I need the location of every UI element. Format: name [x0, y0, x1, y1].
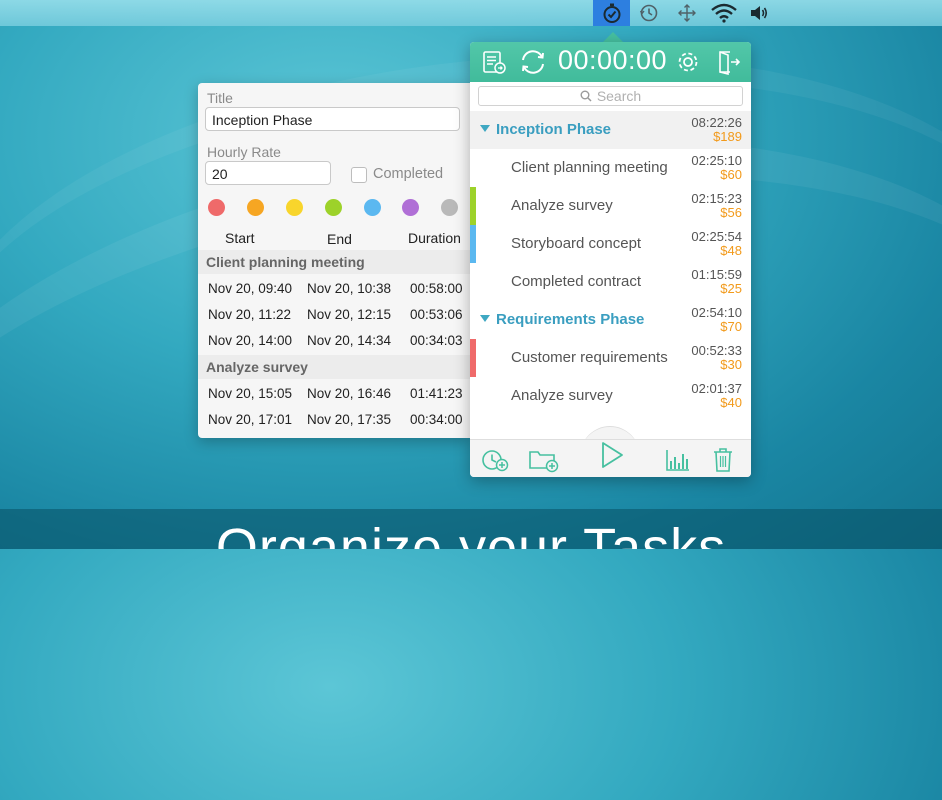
tracker-toolbar: 00:00:00 [470, 42, 751, 82]
search-placeholder: Search [596, 88, 642, 104]
task-cost: $40 [720, 395, 742, 410]
task-time: 02:25:10 [691, 153, 742, 168]
report-icon[interactable] [480, 48, 508, 76]
play-icon[interactable] [594, 438, 628, 472]
task-name: Customer requirements [511, 349, 668, 366]
hourly-rate-label: Hourly Rate [207, 144, 281, 160]
color-swatch-blue[interactable] [364, 199, 381, 216]
session-end: Nov 20, 12:15 [307, 307, 392, 322]
search-icon [580, 90, 592, 102]
disclosure-triangle-icon[interactable] [480, 125, 490, 132]
color-swatch-yellow[interactable] [286, 199, 303, 216]
task-time: 02:15:23 [691, 191, 742, 206]
session-duration: 00:34:03 [410, 333, 463, 348]
task-cost: $60 [720, 167, 742, 182]
task-time: 00:52:33 [691, 343, 742, 358]
arrows-icon[interactable] [674, 0, 700, 26]
wifi-icon[interactable] [708, 0, 740, 26]
task-color-marker [470, 187, 476, 225]
session-duration: 00:53:06 [410, 307, 463, 322]
task-color-marker [470, 339, 476, 377]
task-name: Storyboard concept [511, 235, 642, 252]
task-cost: $30 [720, 357, 742, 372]
session-end: Nov 20, 16:46 [307, 386, 392, 401]
timer-display: 00:00:00 [557, 45, 668, 75]
task-row[interactable]: Customer requirements 00:52:33 $30 [470, 339, 751, 377]
task-cost: $25 [720, 281, 742, 296]
column-header-duration[interactable]: Duration [408, 230, 461, 246]
phase-name: Inception Phase [496, 121, 612, 138]
column-header-start[interactable]: Start [225, 230, 255, 246]
session-group-header: Client planning meeting [198, 250, 470, 274]
title-field[interactable]: Inception Phase [205, 107, 460, 131]
color-swatch-red[interactable] [208, 199, 225, 216]
headline-banner: Organize your Tasks [0, 509, 942, 549]
phase-row-inception[interactable]: Inception Phase 08:22:26 $189 [470, 111, 751, 149]
completed-checkbox[interactable] [351, 167, 367, 183]
task-row[interactable]: Analyze survey 02:15:23 $56 [470, 187, 751, 225]
time-machine-icon[interactable] [636, 0, 662, 26]
color-swatch-gray[interactable] [441, 199, 458, 216]
session-start: Nov 20, 17:01 [208, 412, 293, 427]
quit-icon[interactable] [714, 48, 742, 76]
task-name: Analyze survey [511, 197, 613, 214]
phase-time: 08:22:26 [691, 115, 742, 130]
session-end: Nov 20, 17:35 [307, 412, 392, 427]
trash-icon[interactable] [707, 444, 739, 476]
task-name: Analyze survey [511, 387, 613, 404]
hourly-rate-field[interactable]: 20 [205, 161, 331, 185]
headline-text: Organize your Tasks [215, 518, 727, 549]
task-time: 01:15:59 [691, 267, 742, 282]
color-swatch-purple[interactable] [402, 199, 419, 216]
session-start: Nov 20, 11:22 [208, 307, 292, 322]
session-start: Nov 20, 09:40 [208, 281, 293, 296]
completed-label: Completed [373, 166, 444, 182]
search-input[interactable]: Search [478, 86, 743, 106]
disclosure-triangle-icon[interactable] [480, 315, 490, 322]
phase-time: 02:54:10 [691, 305, 742, 320]
popover-arrow [603, 32, 623, 42]
task-color-marker [470, 225, 476, 263]
bottom-toolbar [470, 439, 751, 477]
task-row[interactable]: Completed contract 01:15:59 $25 [470, 263, 751, 301]
session-duration: 00:34:00 [410, 412, 463, 427]
phase-cost: $189 [713, 129, 742, 144]
add-folder-icon[interactable] [528, 444, 560, 476]
session-group-header: Analyze survey [198, 355, 470, 379]
color-swatch-orange[interactable] [247, 199, 264, 216]
column-header-end[interactable]: End [327, 231, 352, 247]
session-start: Nov 20, 14:00 [208, 333, 293, 348]
task-cost: $56 [720, 205, 742, 220]
session-duration: 01:41:23 [410, 386, 463, 401]
task-row[interactable]: Client planning meeting 02:25:10 $60 [470, 149, 751, 187]
task-row[interactable]: Analyze survey 02:01:37 $40 [470, 377, 751, 415]
session-end: Nov 20, 14:34 [307, 333, 392, 348]
task-time: 02:25:54 [691, 229, 742, 244]
volume-icon[interactable] [746, 0, 772, 26]
session-start: Nov 20, 15:05 [208, 386, 293, 401]
task-details-panel: Title Inception Phase Hourly Rate 20 Com… [198, 83, 470, 438]
task-name: Client planning meeting [511, 159, 668, 176]
session-duration: 00:58:00 [410, 281, 463, 296]
tracker-panel: 00:00:00 Search Inception Phase 08:22:26… [470, 42, 751, 477]
stopwatch-icon[interactable] [593, 0, 630, 26]
sync-icon[interactable] [519, 48, 547, 76]
task-name: Completed contract [511, 273, 642, 290]
phase-cost: $70 [720, 319, 742, 334]
color-swatch-green[interactable] [325, 199, 342, 216]
chart-icon[interactable] [662, 444, 694, 476]
title-label: Title [207, 90, 233, 106]
task-cost: $48 [720, 243, 742, 258]
add-task-icon[interactable] [479, 444, 511, 476]
task-time: 02:01:37 [691, 381, 742, 396]
menu-bar [0, 0, 942, 26]
gear-icon[interactable] [674, 48, 702, 76]
session-end: Nov 20, 10:38 [307, 281, 392, 296]
phase-name: Requirements Phase [496, 311, 645, 328]
task-row[interactable]: Storyboard concept 02:25:54 $48 [470, 225, 751, 263]
phase-row-requirements[interactable]: Requirements Phase 02:54:10 $70 [470, 301, 751, 339]
